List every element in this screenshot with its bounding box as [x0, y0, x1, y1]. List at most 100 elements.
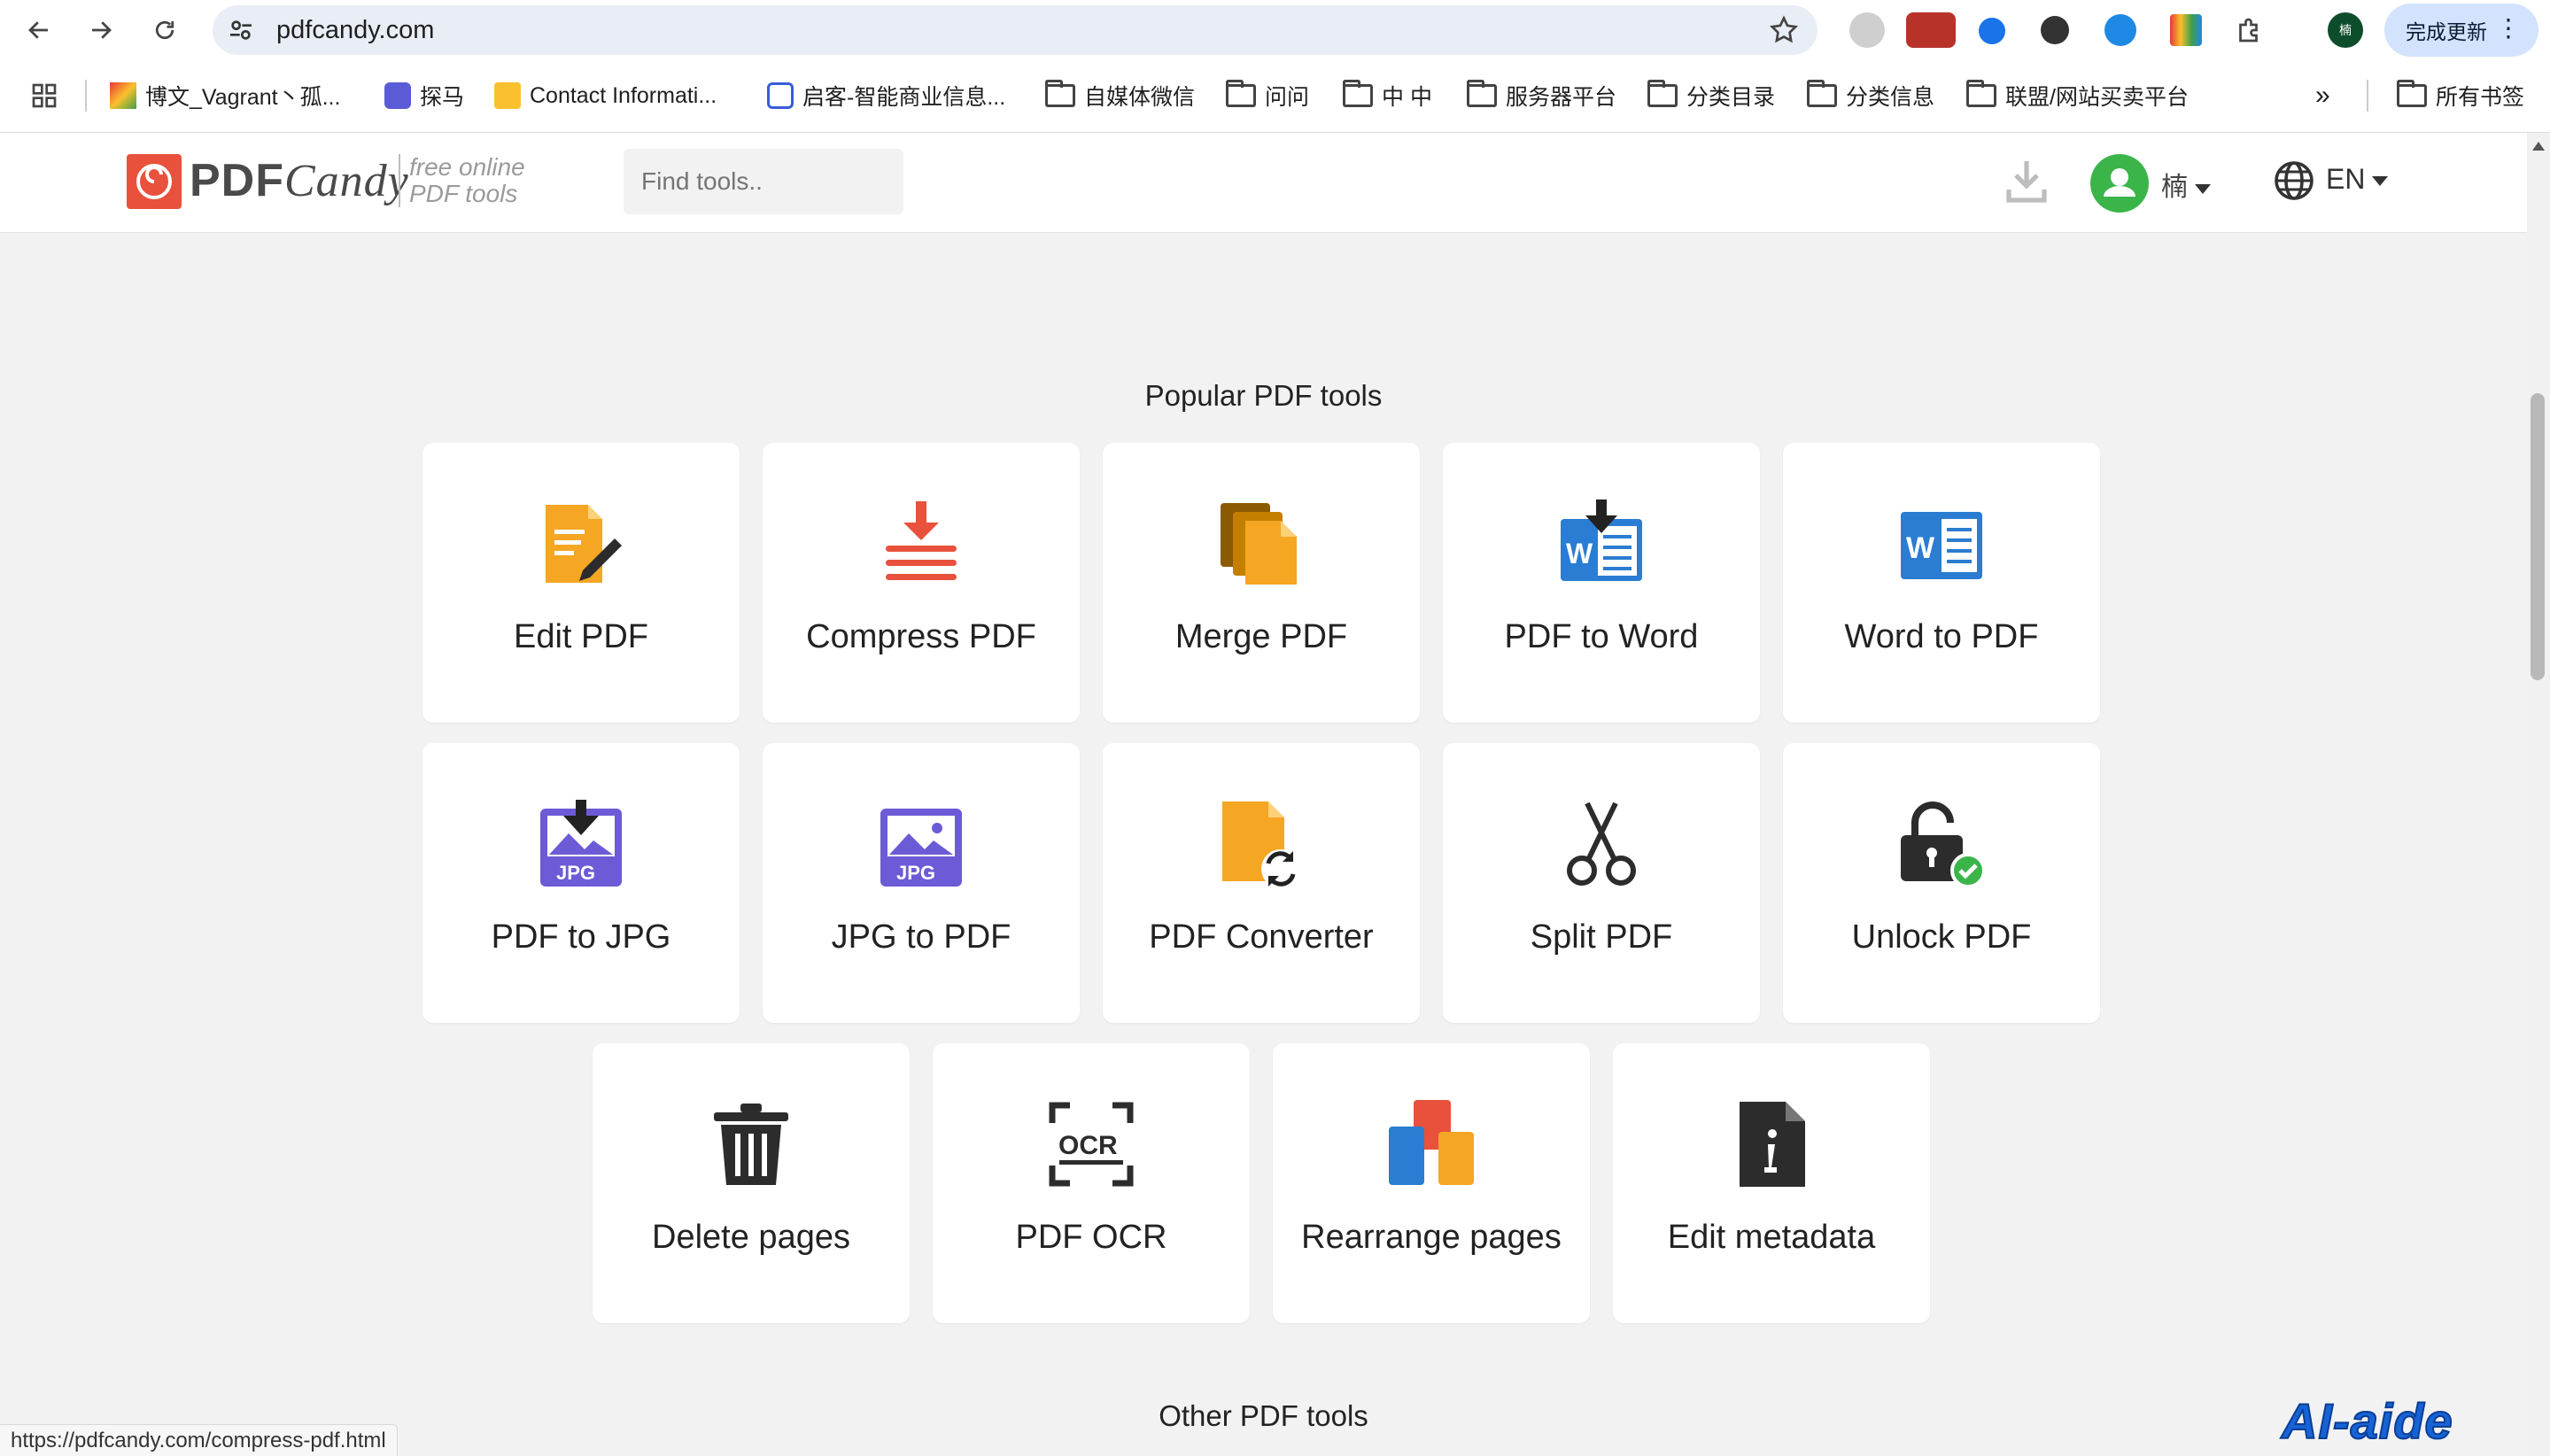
folder-icon [2397, 80, 2427, 107]
tool-card-merge-pdf[interactable]: Merge PDF [1103, 443, 1420, 723]
bookmark-folder-3[interactable]: 服务器平台 [1467, 80, 1616, 112]
logo-candy-text: Candy [284, 156, 409, 206]
merge-pdf-icon [1221, 503, 1297, 585]
tool-label: Compress PDF [806, 618, 1036, 655]
bookmark-folder-0[interactable]: 自媒体微信 [1045, 80, 1195, 112]
find-tools-input[interactable] [624, 149, 903, 214]
tool-label: Edit PDF [513, 618, 649, 655]
bookmark-label: 博文_Vagrant丶孤... [145, 85, 341, 110]
arrow-right-icon [92, 21, 112, 39]
pdf-converter-icon [1222, 802, 1300, 888]
tagline-line-1: free online [409, 153, 525, 181]
site-header: PDFCandy free online PDF tools 楠 EN [0, 133, 2527, 233]
bookmark-label: 启客-智能商业信息... [802, 85, 1006, 110]
tool-card-pdf-converter[interactable]: PDF Converter [1103, 743, 1420, 1023]
folder-icon [1226, 80, 1256, 107]
svg-text:JPG: JPG [896, 862, 935, 884]
extension-colorgrid-icon[interactable] [2170, 14, 2202, 46]
metadata-icon [1740, 1102, 1805, 1187]
extensions-puzzle-icon[interactable] [2234, 14, 2266, 46]
tool-card-pdf-to-word[interactable]: W PDF to Word [1443, 443, 1760, 723]
bookmarks-bar: 博文_Vagrant丶孤... 探马 Contact Informati... … [0, 60, 2550, 133]
browser-toolbar: pdfcandy.com 楠 完成更新 ⋮ [0, 0, 2550, 60]
bookmark-label: Contact Informati... [530, 82, 717, 108]
bookmark-folder-1[interactable]: 问问 [1226, 80, 1309, 112]
bookmark-label: 问问 [1265, 85, 1310, 110]
download-icon[interactable] [2005, 158, 2048, 204]
extension-redir-icon[interactable] [1906, 12, 1956, 48]
unlock-icon [1901, 802, 1986, 888]
reload-button[interactable] [143, 9, 186, 51]
bookmark-label: 分类信息 [1846, 85, 1935, 110]
extension-mask-icon[interactable] [2104, 14, 2136, 46]
kebab-menu-icon[interactable]: ⋮ [2496, 16, 2521, 41]
tool-card-compress-pdf[interactable]: Compress PDF [763, 443, 1080, 723]
scrollbar-thumb[interactable] [2531, 393, 2545, 680]
caret-down-icon [2372, 176, 2389, 187]
bookmark-folder-4[interactable]: 分类目录 [1647, 80, 1775, 112]
tool-card-edit-metadata[interactable]: Edit metadata [1613, 1043, 1930, 1323]
tool-card-rearrange-pages[interactable]: Rearrange pages [1273, 1043, 1590, 1323]
tool-card-edit-pdf[interactable]: Edit PDF [422, 443, 740, 723]
folder-icon [1647, 80, 1678, 107]
tool-label: Delete pages [652, 1219, 850, 1256]
address-bar[interactable]: pdfcandy.com [213, 5, 1818, 55]
tool-card-delete-pages[interactable]: Delete pages [593, 1043, 910, 1323]
site-logo[interactable]: PDFCandy [190, 154, 409, 207]
tool-card-pdf-to-jpg[interactable]: JPG PDF to JPG [422, 743, 740, 1023]
yellow-site-icon [494, 82, 521, 109]
all-bookmarks-label: 所有书签 [2436, 85, 2525, 110]
bookmark-item-3[interactable]: 启客-智能商业信息... [767, 80, 1005, 112]
forward-button[interactable] [80, 9, 122, 51]
language-selector[interactable]: EN [2326, 163, 2389, 196]
bookmark-label: 自媒体微信 [1084, 85, 1196, 110]
user-menu-toggle[interactable]: 楠 [2161, 165, 2211, 204]
extension-check-icon[interactable] [1979, 18, 2005, 44]
bookmark-folder-5[interactable]: 分类信息 [1807, 80, 1934, 112]
tool-card-unlock-pdf[interactable]: Unlock PDF [1783, 743, 2100, 1023]
jpg-to-pdf-icon: JPG [880, 809, 962, 887]
bookmark-star-icon[interactable] [1768, 14, 1800, 46]
edit-pdf-icon [546, 505, 622, 583]
url-text[interactable]: pdfcandy.com [276, 16, 434, 45]
folder-icon [1045, 80, 1075, 107]
site-settings-icon[interactable] [227, 16, 255, 44]
tool-card-word-to-pdf[interactable]: W Word to PDF [1783, 443, 2100, 723]
bookmark-folder-2[interactable]: 中 中 [1343, 80, 1432, 112]
ai-aide-watermark: AI-aide [2281, 1392, 2453, 1450]
extension-pinwheel-icon[interactable] [1849, 12, 1885, 48]
bookmark-item-0[interactable]: 博文_Vagrant丶孤... [110, 80, 340, 112]
svg-text:W: W [1566, 538, 1593, 569]
apps-grid-icon[interactable] [30, 81, 58, 110]
globe-icon[interactable] [2273, 159, 2315, 202]
link-status-bar: https://pdfcandy.com/compress-pdf.html [0, 1424, 398, 1456]
tool-card-split-pdf[interactable]: Split PDF [1443, 743, 1760, 1023]
svg-text:JPG: JPG [556, 862, 595, 884]
page-scrollbar[interactable] [2527, 133, 2550, 1455]
tool-label: Split PDF [1530, 918, 1673, 956]
bookmark-label: 分类目录 [1686, 85, 1776, 110]
user-avatar[interactable] [2090, 154, 2149, 213]
svg-text:W: W [1906, 531, 1935, 565]
bookmark-divider [85, 80, 87, 112]
back-button[interactable] [18, 9, 60, 51]
pdfcandy-logo-icon[interactable] [127, 154, 182, 209]
purple-site-icon [384, 82, 411, 109]
bookmark-item-1[interactable]: 探马 [384, 80, 464, 112]
browser-profile-avatar[interactable]: 楠 [2328, 12, 2363, 48]
update-browser-button[interactable]: 完成更新 ⋮ [2384, 4, 2538, 57]
all-bookmarks-button[interactable]: 所有书签 [2397, 80, 2524, 112]
ocr-icon: OCR [1049, 1102, 1134, 1187]
scroll-up-arrow-icon[interactable] [2532, 142, 2545, 151]
bookmark-folder-6[interactable]: 联盟/网站买卖平台 [1966, 80, 2189, 112]
bookmarks-overflow-button[interactable]: » [2315, 80, 2330, 112]
tool-card-jpg-to-pdf[interactable]: JPG JPG to PDF [763, 743, 1080, 1023]
extension-circle-icon[interactable] [2041, 16, 2069, 44]
tool-label: PDF OCR [1015, 1219, 1167, 1256]
bookmark-item-2[interactable]: Contact Informati... [494, 80, 717, 112]
update-label: 完成更新 [2406, 20, 2487, 43]
bookmark-label: 联盟/网站买卖平台 [2005, 85, 2189, 110]
tool-label: Word to PDF [1844, 618, 2039, 655]
tool-card-pdf-ocr[interactable]: OCR PDF OCR [933, 1043, 1250, 1323]
tool-label: Unlock PDF [1851, 918, 2032, 956]
